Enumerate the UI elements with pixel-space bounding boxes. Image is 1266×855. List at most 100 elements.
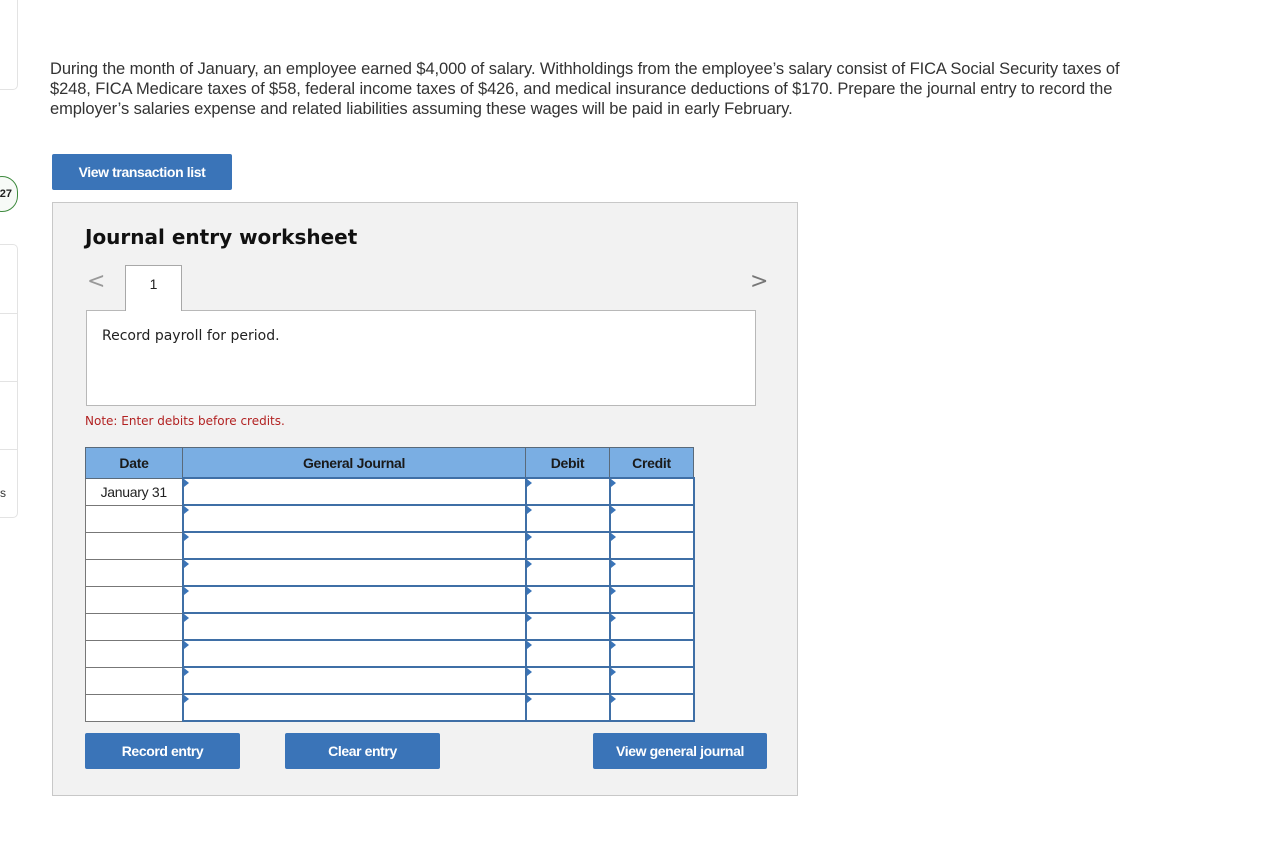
header-debit: Debit — [525, 447, 610, 479]
dropdown-marker-icon — [526, 533, 532, 541]
credit-input-cell[interactable] — [608, 477, 695, 506]
sidebar-card — [0, 0, 18, 90]
account-input[interactable] — [183, 641, 525, 666]
debit-input[interactable] — [526, 614, 609, 639]
debit-input[interactable] — [526, 641, 609, 666]
debit-input-cell[interactable] — [524, 639, 611, 668]
credit-input-cell[interactable] — [608, 504, 695, 533]
sidebar-partial-label[interactable]: s — [0, 486, 6, 500]
debit-input-cell[interactable] — [524, 612, 611, 641]
debit-input-cell[interactable] — [524, 693, 611, 722]
record-entry-button[interactable]: Record entry — [85, 733, 240, 769]
account-input[interactable] — [183, 695, 525, 720]
dropdown-marker-icon — [610, 560, 616, 568]
debit-input-cell[interactable] — [524, 531, 611, 560]
header-credit: Credit — [609, 447, 694, 479]
account-input[interactable] — [183, 560, 525, 585]
date-cell — [85, 693, 183, 722]
account-input[interactable] — [183, 479, 525, 504]
credit-input-cell[interactable] — [608, 693, 695, 722]
account-input[interactable] — [183, 506, 525, 531]
account-input-cell[interactable] — [181, 612, 527, 641]
account-input-cell[interactable] — [181, 585, 527, 614]
dropdown-marker-icon — [183, 668, 189, 676]
dropdown-marker-icon — [183, 614, 189, 622]
credit-input-cell[interactable] — [608, 639, 695, 668]
journal-row: January 31 — [85, 477, 695, 506]
sidebar-question-list: s — [0, 244, 18, 518]
dropdown-marker-icon — [610, 587, 616, 595]
account-input-cell[interactable] — [181, 531, 527, 560]
journal-row — [85, 531, 695, 560]
account-input-cell[interactable] — [181, 477, 527, 506]
dropdown-marker-icon — [183, 506, 189, 514]
transaction-description-box: Record payroll for period. — [86, 310, 756, 406]
question-number: 27 — [0, 188, 12, 200]
header-general-journal: General Journal — [182, 447, 526, 479]
divider — [0, 449, 17, 450]
date-cell — [85, 612, 183, 641]
account-input-cell[interactable] — [181, 639, 527, 668]
debit-input[interactable] — [526, 533, 609, 558]
journal-row — [85, 639, 695, 668]
credit-input[interactable] — [610, 668, 693, 693]
debit-input-cell[interactable] — [524, 477, 611, 506]
account-input[interactable] — [183, 587, 525, 612]
debit-input-cell[interactable] — [524, 585, 611, 614]
debit-input-cell[interactable] — [524, 504, 611, 533]
tab-transaction-1[interactable]: 1 — [125, 265, 182, 311]
account-input-cell[interactable] — [181, 693, 527, 722]
header-date: Date — [85, 447, 183, 479]
date-cell — [85, 585, 183, 614]
dropdown-marker-icon — [183, 560, 189, 568]
account-input[interactable] — [183, 668, 525, 693]
account-input-cell[interactable] — [181, 666, 527, 695]
account-input[interactable] — [183, 614, 525, 639]
dropdown-marker-icon — [526, 614, 532, 622]
credit-input-cell[interactable] — [608, 585, 695, 614]
chevron-right-icon[interactable]: > — [750, 269, 768, 294]
credit-input-cell[interactable] — [608, 531, 695, 560]
credit-input-cell[interactable] — [608, 558, 695, 587]
question-number-badge[interactable]: 27 — [0, 176, 18, 212]
debit-input[interactable] — [526, 587, 609, 612]
account-input[interactable] — [183, 533, 525, 558]
journal-entry-worksheet: Journal entry worksheet < 1 > Record pay… — [52, 202, 798, 796]
transaction-description: Record payroll for period. — [102, 328, 280, 344]
journal-row — [85, 558, 695, 587]
date-cell — [85, 639, 183, 668]
clear-entry-button[interactable]: Clear entry — [285, 733, 440, 769]
dropdown-marker-icon — [610, 533, 616, 541]
credit-input-cell[interactable] — [608, 666, 695, 695]
journal-header-row: Date General Journal Debit Credit — [85, 447, 694, 479]
dropdown-marker-icon — [526, 506, 532, 514]
debit-input[interactable] — [526, 506, 609, 531]
debit-input-cell[interactable] — [524, 666, 611, 695]
date-cell — [85, 558, 183, 587]
credit-input[interactable] — [610, 695, 693, 720]
credit-input[interactable] — [610, 506, 693, 531]
credit-input[interactable] — [610, 560, 693, 585]
debit-input[interactable] — [526, 668, 609, 693]
dropdown-marker-icon — [610, 695, 616, 703]
debit-input[interactable] — [526, 695, 609, 720]
account-input-cell[interactable] — [181, 504, 527, 533]
credit-input[interactable] — [610, 533, 693, 558]
debit-input[interactable] — [526, 479, 609, 504]
credit-input[interactable] — [610, 587, 693, 612]
dropdown-marker-icon — [526, 587, 532, 595]
credit-input-cell[interactable] — [608, 612, 695, 641]
journal-row — [85, 585, 695, 614]
credit-input[interactable] — [610, 479, 693, 504]
view-transaction-list-button[interactable]: View transaction list — [52, 154, 232, 190]
view-general-journal-button[interactable]: View general journal — [593, 733, 767, 769]
credit-input[interactable] — [610, 614, 693, 639]
chevron-left-icon[interactable]: < — [87, 269, 105, 294]
account-input-cell[interactable] — [181, 558, 527, 587]
credit-input[interactable] — [610, 641, 693, 666]
debit-input-cell[interactable] — [524, 558, 611, 587]
date-cell: January 31 — [85, 477, 183, 506]
dropdown-marker-icon — [526, 479, 532, 487]
divider — [0, 313, 17, 314]
debit-input[interactable] — [526, 560, 609, 585]
